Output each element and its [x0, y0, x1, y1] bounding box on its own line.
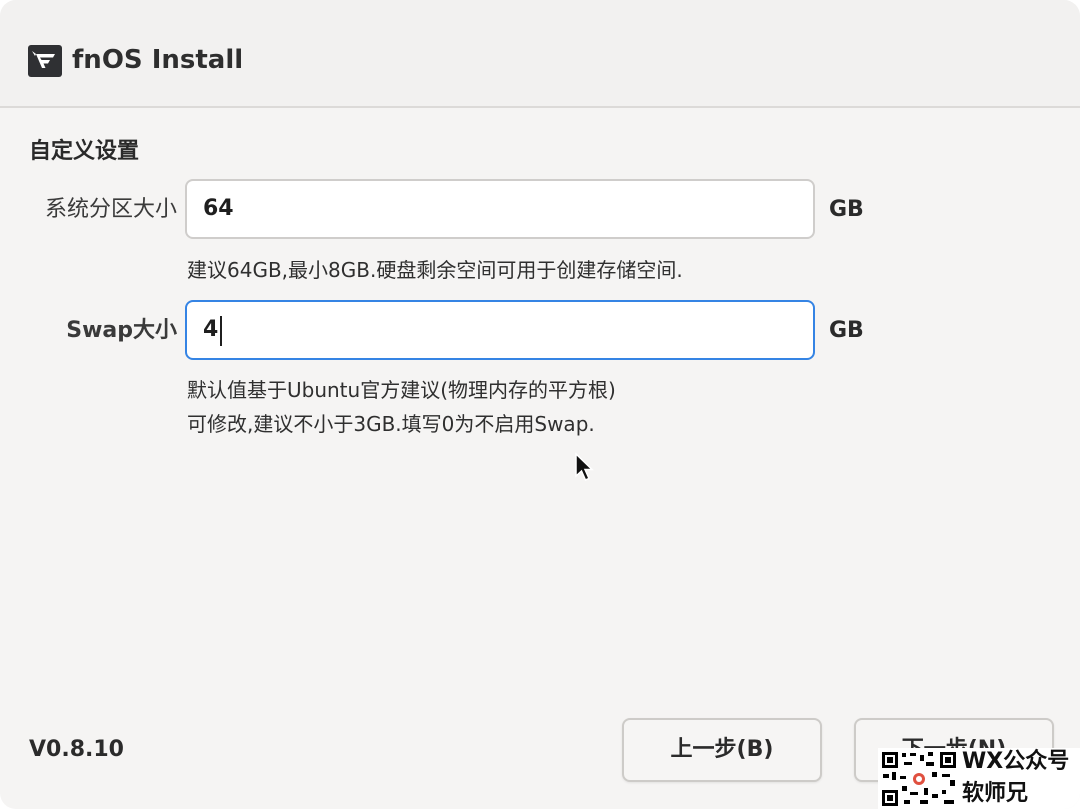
- system-partition-hint: 建议64GB,最小8GB.硬盘剩余空间可用于创建存储空间.: [187, 258, 683, 282]
- text-caret: [220, 316, 222, 346]
- swap-hint-line1: 默认值基于Ubuntu官方建议(物理内存的平方根): [187, 378, 616, 402]
- system-partition-input[interactable]: 64: [185, 179, 815, 239]
- version-label: V0.8.10: [29, 737, 124, 762]
- swap-size-input[interactable]: 4: [185, 300, 815, 360]
- watermark-line2: 软师兄: [962, 781, 1029, 806]
- system-partition-label: 系统分区大小: [44, 197, 177, 222]
- swap-hint-line2: 可修改,建议不小于3GB.填写0为不启用Swap.: [187, 412, 595, 436]
- installer-window: fnOS Install 自定义设置 系统分区大小 64 GB 建议64GB,最…: [0, 0, 1080, 809]
- mouse-pointer-icon: [575, 452, 594, 481]
- qr-code-icon: [880, 750, 958, 808]
- watermark: WX公众号 软师兄: [878, 748, 1080, 809]
- swap-size-value: 4: [203, 317, 219, 342]
- system-partition-unit: GB: [829, 197, 864, 222]
- watermark-line1: WX公众号: [962, 749, 1070, 774]
- previous-button[interactable]: 上一步(B): [622, 718, 822, 782]
- section-heading: 自定义设置: [29, 139, 140, 164]
- swap-size-label: Swap大小: [66, 318, 177, 343]
- system-partition-value: 64: [203, 196, 234, 221]
- fnos-logo-icon: [28, 45, 62, 77]
- swap-size-unit: GB: [829, 318, 864, 343]
- window-title: fnOS Install: [72, 45, 244, 75]
- title-bar: fnOS Install: [0, 0, 1080, 108]
